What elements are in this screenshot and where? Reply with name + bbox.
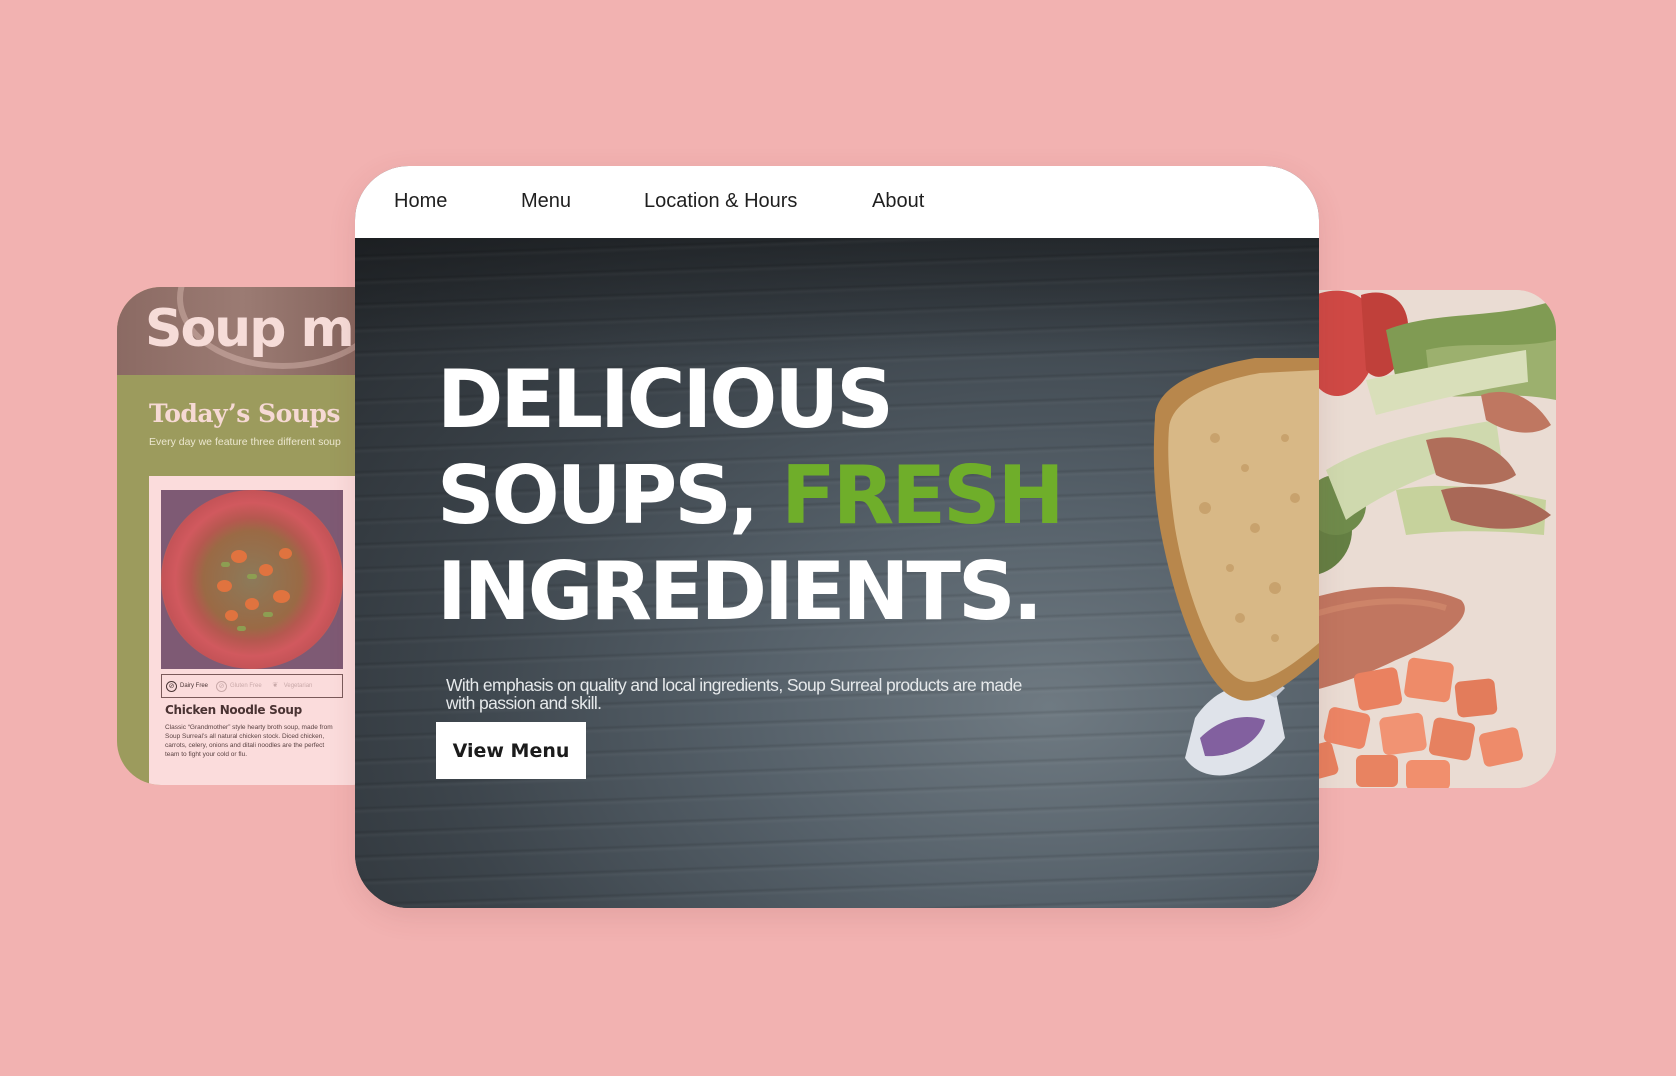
- hero-subtitle: With emphasis on quality and local ingre…: [446, 674, 1022, 713]
- nav-link-about[interactable]: About: [872, 190, 924, 213]
- dairy-free-icon: ⊘: [166, 680, 177, 692]
- landing-page-window: Home Menu Location & Hours About DELICIO…: [355, 166, 1319, 908]
- diet-tag-dairy-free: ⊘ Dairy Free: [166, 680, 209, 692]
- diet-tag-label: Gluten Free: [230, 683, 262, 689]
- todays-soups-heading: Today’s Soups: [149, 399, 340, 428]
- headline-line-2-prefix: SOUPS,: [437, 449, 782, 542]
- nav-link-menu[interactable]: Menu: [521, 190, 571, 213]
- soup-photo: [161, 490, 343, 669]
- diet-tag-vegetarian: ❦ Vegetarian: [270, 681, 313, 692]
- hero-headline: DELICIOUS SOUPS, FRESH INGREDIENTS.: [437, 352, 1065, 640]
- soup-bowl-image: [161, 490, 343, 669]
- diet-tag-label: Vegetarian: [283, 683, 313, 689]
- gluten-free-icon: ⊘: [216, 680, 228, 692]
- menu-page-title: Soup me: [145, 299, 388, 359]
- hero-section: DELICIOUS SOUPS, FRESH INGREDIENTS. With e…: [355, 238, 1319, 908]
- soup-name: Chicken Noodle Soup: [165, 703, 302, 717]
- headline-line-1: DELICIOUS: [437, 353, 894, 446]
- todays-soups-subtitle: Every day we feature three different sou…: [149, 436, 341, 448]
- headline-accent-word: FRESH: [781, 449, 1064, 542]
- leaf-icon: ❦: [272, 681, 279, 689]
- nav-link-location-hours[interactable]: Location & Hours: [644, 190, 797, 213]
- top-navigation-bar: Home Menu Location & Hours About: [355, 166, 1319, 238]
- soup-description: Classic “Grandmother” style hearty broth…: [165, 724, 333, 758]
- diet-tag-label: Dairy Free: [180, 683, 209, 689]
- nav-link-home[interactable]: Home: [394, 190, 447, 213]
- diet-tags-row: ⊘ Dairy Free ⊘ Gluten Free ❦ Vegetarian: [161, 674, 343, 698]
- view-menu-button[interactable]: View Menu: [436, 722, 586, 779]
- diet-tag-gluten-free: ⊘ Gluten Free: [216, 680, 262, 692]
- headline-line-3: INGREDIENTS.: [437, 545, 1043, 638]
- toast-image: [1153, 358, 1319, 776]
